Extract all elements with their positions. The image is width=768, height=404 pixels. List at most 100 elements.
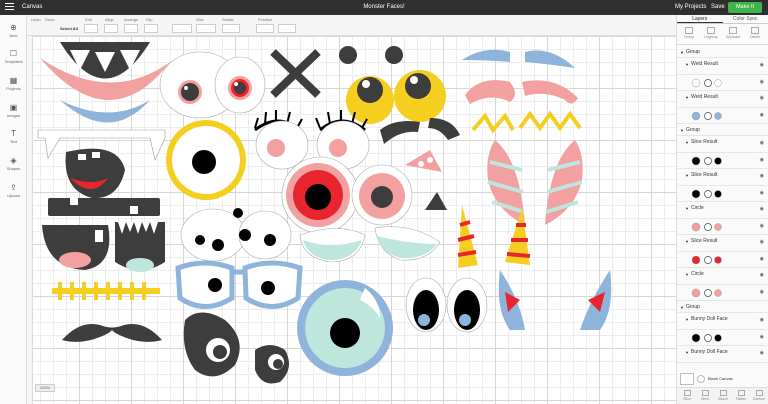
attach-button[interactable]: Attach: [715, 390, 731, 401]
zoom-control[interactable]: 100%: [35, 384, 55, 392]
x-position-input[interactable]: [256, 24, 274, 33]
striped-horns-shape[interactable]: [487, 140, 583, 225]
layer-item[interactable]: ◉: [677, 186, 768, 202]
layer-subgroup[interactable]: ▼ Slice Result ◉: [677, 169, 768, 186]
layer-subgroup[interactable]: ▼ Bunny Doll Face ◉: [677, 313, 768, 330]
layer-subgroup[interactable]: ▼ Bunny Doll Face ◉: [677, 346, 768, 363]
save-button[interactable]: Save: [711, 4, 725, 10]
expand-chevron-icon[interactable]: ▼: [685, 272, 689, 277]
my-projects-link[interactable]: My Projects: [675, 4, 706, 10]
layer-item[interactable]: ◉: [677, 285, 768, 301]
monster-teeth-mouth-shape[interactable]: [115, 222, 165, 272]
yellow-ring-eye-shape[interactable]: [166, 120, 246, 200]
expand-chevron-icon[interactable]: ▼: [685, 140, 689, 145]
layer-subgroup[interactable]: ▼ Weld Result ◉: [677, 58, 768, 75]
visibility-eye-icon[interactable]: ◉: [760, 79, 764, 85]
weld-button[interactable]: Weld: [697, 390, 713, 401]
visibility-eye-icon[interactable]: ◉: [760, 173, 764, 179]
visibility-eye-icon[interactable]: ◉: [760, 206, 764, 212]
make-it-button[interactable]: Make It: [728, 2, 762, 13]
layer-item[interactable]: ◉: [677, 330, 768, 346]
blue-glasses-shape[interactable]: [175, 260, 303, 309]
expand-chevron-icon[interactable]: ▼: [685, 239, 689, 244]
tab-color-sync[interactable]: Color Sync: [723, 15, 768, 23]
stitched-mouth-shape[interactable]: [52, 282, 160, 300]
layer-subgroup[interactable]: ▼ Weld Result ◉: [677, 91, 768, 108]
expand-chevron-icon[interactable]: ▼: [685, 62, 689, 67]
mustache-shape[interactable]: [62, 324, 162, 342]
layer-item[interactable]: ◉: [677, 219, 768, 235]
height-input[interactable]: [196, 24, 216, 33]
new-button[interactable]: ⊕ New: [0, 23, 27, 38]
googly-eyes-shape[interactable]: [180, 208, 292, 262]
dark-blob-eyes-shape[interactable]: [183, 312, 289, 384]
y-position-input[interactable]: [278, 24, 296, 33]
layer-subgroup[interactable]: ▼ Circle ◉: [677, 202, 768, 219]
layer-item[interactable]: ◉: [677, 252, 768, 268]
delete-button[interactable]: Delete: [747, 27, 763, 39]
open-mouth-shape[interactable]: [40, 42, 170, 123]
visibility-eye-icon[interactable]: ◉: [760, 157, 764, 163]
rotate-input[interactable]: [222, 24, 240, 33]
expand-chevron-icon[interactable]: ▼: [680, 128, 684, 133]
pink-brows-shape[interactable]: [465, 80, 578, 104]
layer-group-header[interactable]: ▼ Group: [677, 301, 768, 313]
layer-subgroup[interactable]: ▼ Slice Result ◉: [677, 235, 768, 252]
zigzag-brows-shape[interactable]: [471, 110, 582, 134]
visibility-eye-icon[interactable]: ◉: [760, 334, 764, 340]
shapes-button[interactable]: ◈ Shapes: [0, 156, 27, 171]
visibility-eye-icon[interactable]: ◉: [760, 62, 764, 68]
redo-button[interactable]: Redo: [45, 17, 55, 22]
mint-sleepy-eyes-shape[interactable]: [299, 226, 441, 263]
visibility-eye-icon[interactable]: ◉: [760, 140, 764, 146]
x-eye-shape[interactable]: [270, 49, 321, 98]
visibility-eye-icon[interactable]: ◉: [760, 317, 764, 323]
visibility-eye-icon[interactable]: ◉: [760, 112, 764, 118]
group-button[interactable]: Group: [681, 27, 697, 39]
laughing-mouth-shape[interactable]: [65, 148, 125, 199]
tab-layers[interactable]: Layers: [677, 15, 723, 23]
visibility-eye-icon[interactable]: ◉: [760, 239, 764, 245]
edit-dropdown[interactable]: [84, 24, 98, 33]
expand-chevron-icon[interactable]: ▼: [685, 173, 689, 178]
blue-curved-horns-shape[interactable]: [498, 270, 612, 330]
design-canvas[interactable]: [27, 36, 676, 404]
layer-subgroup[interactable]: ▼ Slice Result ◉: [677, 136, 768, 153]
templates-button[interactable]: ☐ Templates: [0, 49, 27, 64]
visibility-eye-icon[interactable]: ◉: [760, 256, 764, 262]
visibility-eye-icon[interactable]: ◉: [760, 190, 764, 196]
width-input[interactable]: [172, 24, 192, 33]
expand-chevron-icon[interactable]: ▼: [680, 305, 684, 310]
blue-brows-shape[interactable]: [462, 49, 575, 68]
slice-button[interactable]: Slice: [679, 390, 695, 401]
visibility-eye-icon[interactable]: ◉: [760, 223, 764, 229]
expand-chevron-icon[interactable]: ▼: [680, 50, 684, 55]
duplicate-button[interactable]: Duplicate: [725, 27, 741, 39]
layer-item[interactable]: ◉: [677, 108, 768, 124]
cyclops-eye-shape[interactable]: [297, 280, 393, 376]
contour-button[interactable]: Contour: [751, 390, 767, 401]
visibility-eye-icon[interactable]: ◉: [760, 350, 764, 356]
projects-button[interactable]: ▦ Projects: [0, 76, 27, 91]
layer-subgroup[interactable]: ▼ Circle ◉: [677, 268, 768, 285]
edit-menu[interactable]: Edit: [85, 17, 92, 22]
layer-item[interactable]: ◉: [677, 153, 768, 169]
red-pink-eyes-shape[interactable]: [281, 156, 413, 234]
flatten-button[interactable]: Flatten: [733, 390, 749, 401]
layer-item[interactable]: ◉: [677, 75, 768, 91]
expand-chevron-icon[interactable]: ▼: [685, 350, 689, 355]
ungroup-button[interactable]: Ungroup: [703, 27, 719, 39]
blank-canvas-layer[interactable]: Blank Canvas: [680, 372, 766, 386]
expand-chevron-icon[interactable]: ▼: [685, 317, 689, 322]
undo-button[interactable]: Undo: [31, 17, 41, 22]
visibility-eye-icon[interactable]: ◉: [760, 95, 764, 101]
arrange-menu[interactable]: Arrange: [124, 17, 138, 22]
flip-dropdown[interactable]: [144, 24, 158, 33]
select-all-button[interactable]: Select All: [60, 26, 78, 31]
align-menu[interactable]: Align: [105, 17, 114, 22]
layer-group-header[interactable]: ▼ Group: [677, 46, 768, 58]
expand-chevron-icon[interactable]: ▼: [685, 95, 689, 100]
bar-mouth-shape[interactable]: [48, 198, 160, 216]
tongue-mouth-shape[interactable]: [42, 225, 110, 270]
upload-button[interactable]: ⇪ Upload: [0, 183, 27, 198]
